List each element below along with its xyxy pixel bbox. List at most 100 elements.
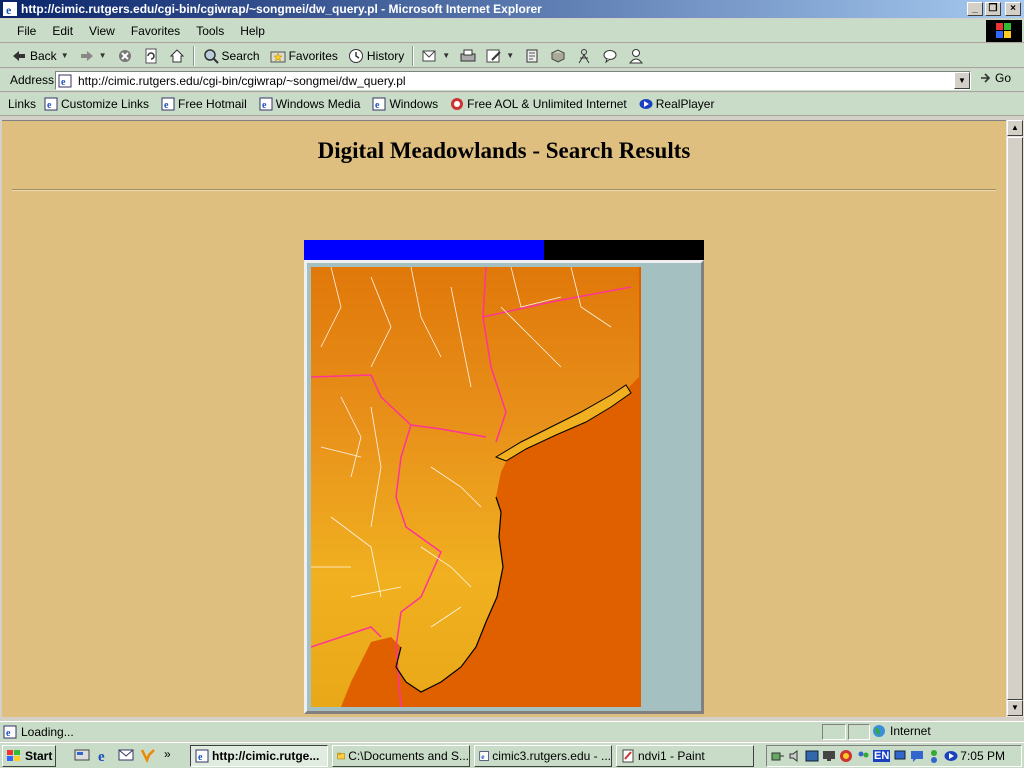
contacts-button[interactable] <box>623 45 649 67</box>
history-icon <box>348 48 363 63</box>
progress-fill <box>304 240 544 260</box>
refresh-button[interactable] <box>138 45 164 67</box>
mail-dropdown-icon[interactable]: ▼ <box>442 51 450 60</box>
ie-page-icon: e <box>372 97 386 111</box>
link-windows[interactable]: e Windows <box>372 97 438 111</box>
print-button[interactable] <box>455 45 481 67</box>
status-text: Loading... <box>21 724 74 739</box>
link-label: Customize Links <box>61 97 150 111</box>
security-zone: Internet <box>872 724 931 738</box>
show-desktop-icon[interactable] <box>74 747 90 763</box>
task-ie-cimic3[interactable]: e cimic3.rutgers.edu - ... <box>474 745 612 767</box>
vertical-scrollbar[interactable]: ▲ ▼ <box>1006 120 1024 717</box>
taskbar-clock: 7:05 PM <box>960 749 1005 763</box>
menu-tools[interactable]: Tools <box>188 24 232 38</box>
links-label: Links <box>8 97 37 111</box>
favorites-icon <box>270 51 286 62</box>
svg-text:e: e <box>6 3 12 17</box>
volume-icon[interactable] <box>788 749 802 763</box>
page-title: Digital Meadowlands - Search Results <box>317 138 691 163</box>
forward-button[interactable]: ▼ <box>74 45 112 67</box>
chat-bubble-icon <box>603 49 617 63</box>
minimize-button[interactable]: _ <box>967 2 983 16</box>
address-input[interactable]: e http://cimic.rutgers.edu/cgi-bin/cgiwr… <box>55 71 971 90</box>
menu-view[interactable]: View <box>81 24 123 38</box>
task-ie-cimic[interactable]: e http://cimic.rutge... <box>190 745 328 767</box>
window-title: http://cimic.rutgers.edu/cgi-bin/cgiwrap… <box>21 2 542 16</box>
chat-button[interactable] <box>597 45 623 67</box>
links-bar: Links e Customize Links e Free Hotmail e… <box>0 93 1024 116</box>
favorites-button[interactable]: Favorites <box>265 45 343 67</box>
mail-button[interactable]: ▼ <box>417 45 455 67</box>
link-label: Windows Media <box>275 97 361 111</box>
window-titlebar: e http://cimic.rutgers.edu/cgi-bin/cgiwr… <box>0 0 1024 18</box>
back-button[interactable]: Back ▼ <box>6 45 74 67</box>
realplayer-tray-icon[interactable] <box>944 749 958 763</box>
back-dropdown-icon[interactable]: ▼ <box>61 51 69 60</box>
security-zone-label: Internet <box>890 724 931 738</box>
outlook-icon[interactable] <box>118 747 134 763</box>
ie-quicklaunch-icon[interactable]: e <box>96 747 112 763</box>
stop-button[interactable] <box>112 45 138 67</box>
ie-page-icon: e <box>44 97 58 111</box>
stop-icon <box>118 49 131 62</box>
media-player-icon[interactable] <box>140 747 156 763</box>
history-button[interactable]: History <box>343 45 409 67</box>
loading-page-icon: e <box>3 725 17 739</box>
users-icon[interactable] <box>856 749 870 763</box>
link-label: Windows <box>389 97 439 111</box>
menu-file[interactable]: File <box>0 24 44 38</box>
svg-text:e: e <box>47 100 52 111</box>
link-free-aol[interactable]: Free AOL & Unlimited Internet <box>450 97 627 111</box>
task-documents-folder[interactable]: C:\Documents and S... <box>332 745 470 767</box>
link-customize-links[interactable]: e Customize Links <box>44 97 149 111</box>
scroll-up-arrow-icon[interactable]: ▲ <box>1007 120 1023 136</box>
maximize-button[interactable]: ❐ <box>985 2 1001 16</box>
address-dropdown-icon[interactable]: ▼ <box>954 72 970 89</box>
link-realplayer[interactable]: RealPlayer <box>639 97 714 111</box>
task-label: ndvi1 - Paint <box>638 749 705 763</box>
book-icon <box>550 48 566 63</box>
forward-dropdown-icon[interactable]: ▼ <box>99 51 107 60</box>
link-windows-media[interactable]: e Windows Media <box>259 97 361 111</box>
contact-person-icon <box>629 48 644 63</box>
home-icon <box>169 48 184 62</box>
close-button[interactable]: × <box>1005 2 1021 16</box>
search-icon <box>203 48 219 64</box>
chat-tray-icon[interactable] <box>910 749 924 763</box>
search-button[interactable]: Search <box>198 45 265 67</box>
messenger-tray-icon[interactable] <box>927 749 941 763</box>
network-icon[interactable] <box>771 749 785 763</box>
antivirus-icon[interactable] <box>839 749 853 763</box>
go-button[interactable]: Go <box>979 71 1011 85</box>
toolbar-separator <box>412 45 415 66</box>
messenger-person-icon <box>578 48 590 63</box>
messenger-button[interactable] <box>571 45 597 67</box>
menu-edit[interactable]: Edit <box>44 24 81 38</box>
link-free-hotmail[interactable]: e Free Hotmail <box>161 97 247 111</box>
edit-dropdown-icon[interactable]: ▼ <box>506 51 514 60</box>
task-label: C:\Documents and S... <box>348 749 469 763</box>
home-button[interactable] <box>164 45 190 67</box>
progress-bar <box>304 240 704 260</box>
quicklaunch-more-icon[interactable]: » <box>164 747 171 761</box>
scheduler-icon[interactable] <box>805 749 819 763</box>
scroll-down-arrow-icon[interactable]: ▼ <box>1007 700 1023 716</box>
discuss-button[interactable] <box>519 45 545 67</box>
edit-button[interactable]: ▼ <box>481 45 519 67</box>
map-image-frame <box>304 260 704 714</box>
menu-help[interactable]: Help <box>232 24 273 38</box>
scroll-thumb[interactable] <box>1007 137 1023 700</box>
page-ie-icon: e <box>58 74 72 88</box>
start-button[interactable]: Start <box>2 745 56 767</box>
language-indicator[interactable]: EN <box>873 750 891 762</box>
research-button[interactable] <box>545 45 571 67</box>
aol-icon <box>451 98 464 110</box>
monitor-icon[interactable] <box>822 749 836 763</box>
menu-favorites[interactable]: Favorites <box>123 24 188 38</box>
go-label: Go <box>995 71 1012 85</box>
ie-task-icon: e <box>195 749 209 763</box>
task-paint[interactable]: ndvi1 - Paint <box>616 745 754 767</box>
ndvi-map-image <box>311 267 641 707</box>
pc-icon[interactable] <box>893 749 907 763</box>
